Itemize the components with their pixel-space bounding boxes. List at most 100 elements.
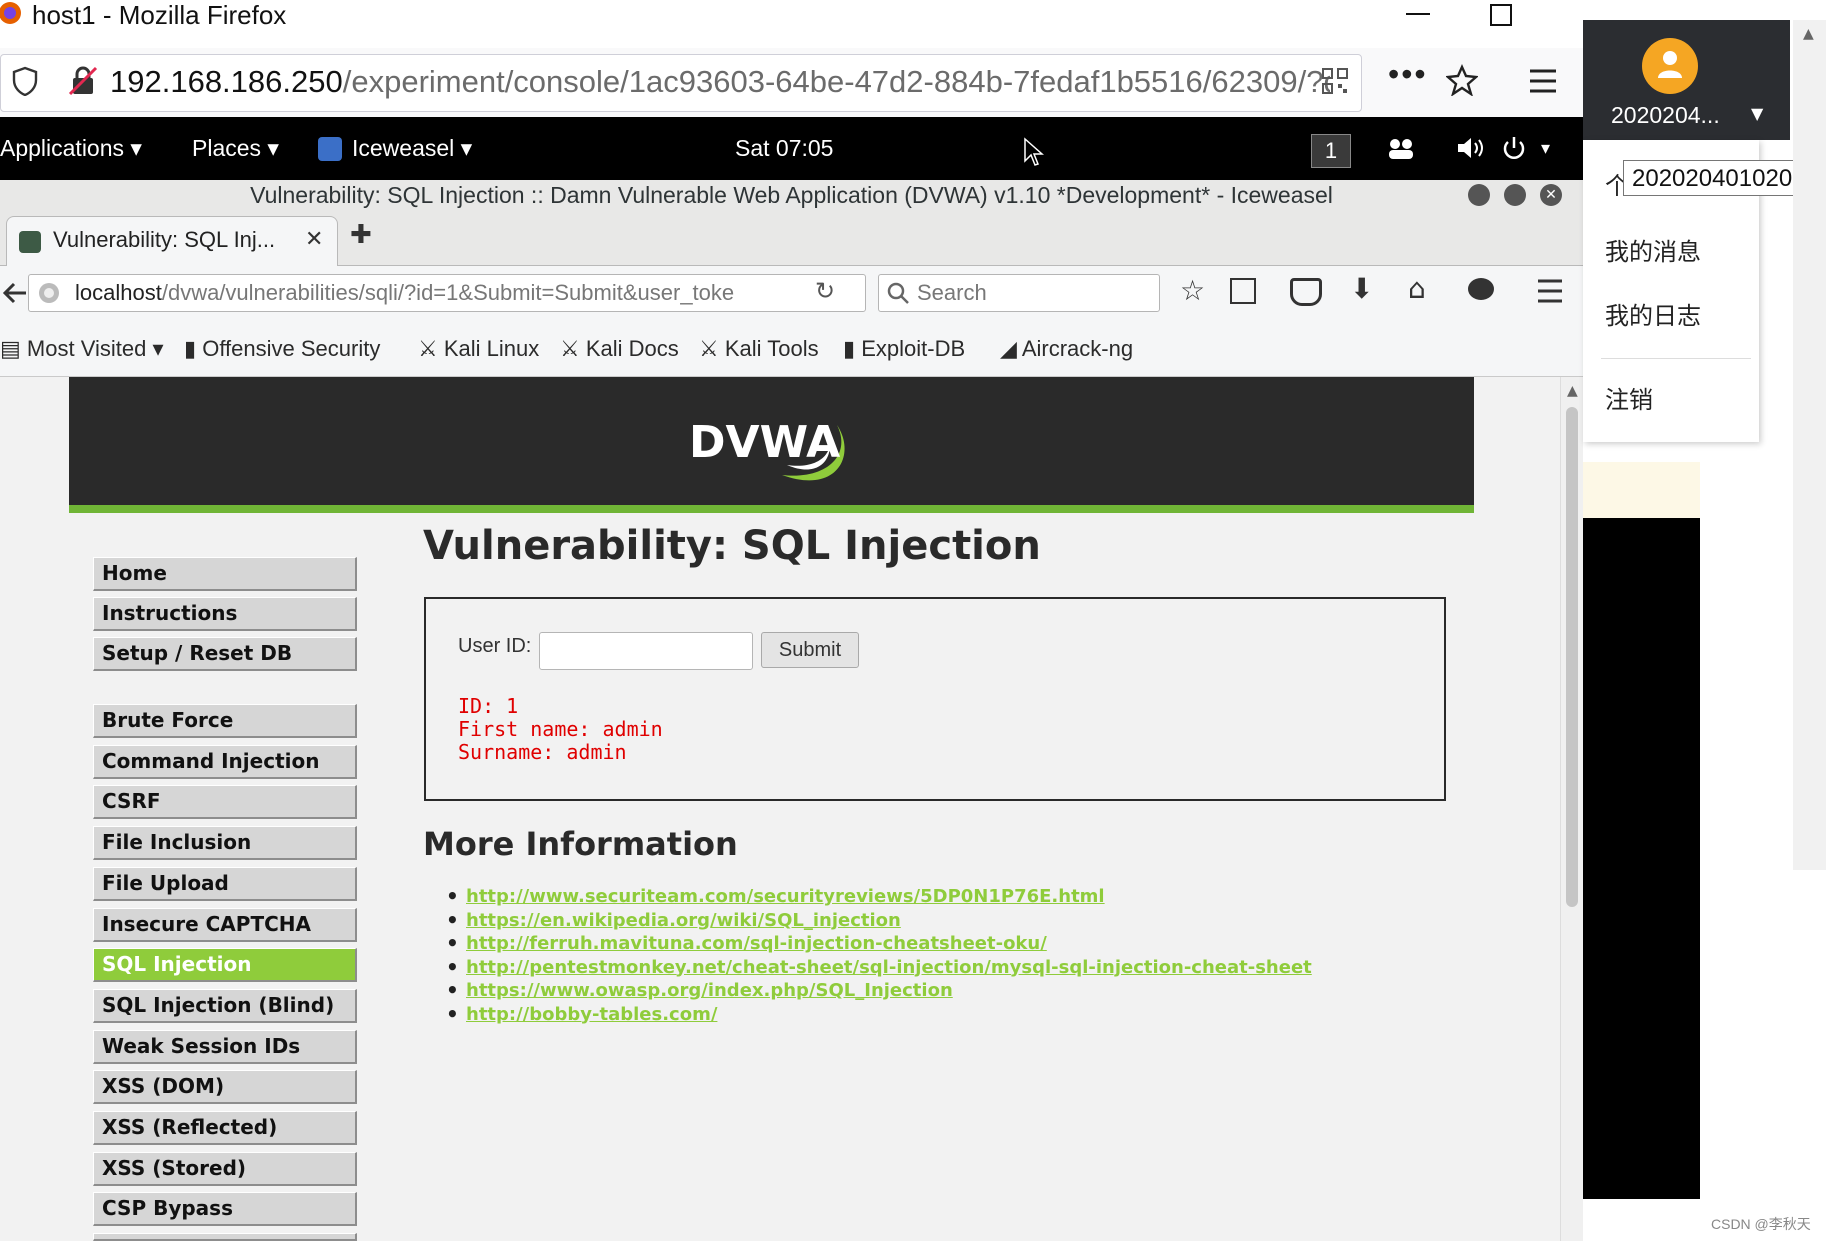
- menu-csrf[interactable]: CSRF: [93, 785, 357, 819]
- more-information-title: More Information: [423, 825, 738, 863]
- bookmark-star-icon[interactable]: [1446, 64, 1478, 96]
- scroll-up-icon[interactable]: ▲: [1567, 383, 1578, 399]
- maximize-icon[interactable]: [1489, 3, 1513, 27]
- back-arrow-icon[interactable]: [0, 276, 30, 310]
- iceweasel-maximize-icon[interactable]: [1504, 184, 1526, 206]
- power-icon[interactable]: [1500, 135, 1528, 163]
- page-actions-icon[interactable]: •••: [1388, 56, 1428, 93]
- menu-xss-reflected[interactable]: XSS (Reflected): [93, 1111, 357, 1145]
- iceweasel-title-bar: Vulnerability: SQL Injection :: Damn Vul…: [0, 180, 1583, 210]
- insecure-lock-icon[interactable]: [68, 66, 98, 96]
- username-short[interactable]: 2020204...: [1611, 102, 1720, 129]
- reference-link[interactable]: https://www.owasp.org/index.php/SQL_Inje…: [466, 980, 953, 1001]
- side-scroll-up-icon[interactable]: ▲: [1803, 26, 1814, 42]
- menu-my-logs[interactable]: 我的日志: [1605, 296, 1701, 331]
- menu-home[interactable]: Home: [93, 557, 357, 591]
- reference-link[interactable]: https://en.wikipedia.org/wiki/SQL_inject…: [466, 910, 901, 931]
- menu-file-upload[interactable]: File Upload: [93, 867, 357, 901]
- result-id: ID: 1: [458, 694, 519, 718]
- minimize-icon[interactable]: [1404, 0, 1432, 28]
- list-item: https://en.wikipedia.org/wiki/SQL_inject…: [446, 909, 1312, 933]
- bookmark-kali-tools[interactable]: ⚔ Kali Tools: [699, 321, 819, 376]
- bookmark-most-visited[interactable]: ▤ Most Visited ▾: [0, 321, 163, 376]
- iceweasel-minimize-icon[interactable]: [1468, 184, 1490, 206]
- side-panel: 2020204... ▼ 个 2020204010206 我的消息 我的日志 注…: [1583, 0, 1826, 1241]
- volume-icon[interactable]: [1456, 135, 1486, 161]
- chat-icon[interactable]: [1468, 278, 1494, 300]
- menu-logout[interactable]: 注销: [1605, 380, 1653, 415]
- scrollbar-thumb[interactable]: [1566, 407, 1578, 907]
- iceweasel-menu-icon[interactable]: [1536, 278, 1564, 304]
- iceweasel-url-field[interactable]: localhost/dvwa/vulnerabilities/sqli/?id=…: [28, 274, 866, 312]
- home-icon[interactable]: ⌂: [1408, 272, 1426, 305]
- user-id-label: User ID:: [458, 635, 532, 657]
- menu-csp-bypass[interactable]: CSP Bypass: [93, 1192, 357, 1226]
- menu-weak-session-ids[interactable]: Weak Session IDs: [93, 1030, 357, 1064]
- bookmarks-toolbar: ▤ Most Visited ▾ ▮ Offensive Security ⚔ …: [0, 321, 1583, 377]
- bookmark-icon[interactable]: ☆: [1180, 274, 1205, 307]
- iceweasel-app-icon: [318, 137, 342, 161]
- download-icon[interactable]: ⬇: [1350, 272, 1373, 305]
- menu-command-injection[interactable]: Command Injection: [93, 745, 357, 779]
- iceweasel-window-title: Vulnerability: SQL Injection :: Damn Vul…: [250, 182, 1333, 208]
- user-icon: [1658, 51, 1682, 78]
- iceweasel-close-icon[interactable]: ✕: [1540, 184, 1562, 206]
- qr-code-icon[interactable]: [1322, 68, 1348, 94]
- iceweasel-app-menu[interactable]: Iceweasel ▾: [352, 117, 472, 180]
- hamburger-menu-icon[interactable]: [1528, 68, 1558, 94]
- user-id-input[interactable]: [539, 632, 753, 670]
- bookmark-exploit-db[interactable]: ▮ Exploit-DB: [843, 321, 965, 376]
- iceweasel-url-text[interactable]: localhost/dvwa/vulnerabilities/sqli/?id=…: [75, 275, 805, 311]
- menu-divider: [1601, 358, 1751, 359]
- bookmark-aircrack-ng[interactable]: ◢ Aircrack-ng: [1000, 321, 1133, 376]
- applications-menu[interactable]: Applications ▾: [0, 117, 142, 180]
- pocket-icon[interactable]: [1290, 278, 1322, 306]
- new-tab-icon[interactable]: ✚: [350, 220, 372, 250]
- menu-brute-force[interactable]: Brute Force: [93, 704, 357, 738]
- tab-sql-injection[interactable]: Vulnerability: SQL Inj... ✕: [6, 216, 338, 267]
- reference-link[interactable]: http://www.securiteam.com/securityreview…: [466, 886, 1105, 907]
- menu-next-item[interactable]: [93, 1233, 357, 1241]
- menu-xss-dom[interactable]: XSS (DOM): [93, 1070, 357, 1104]
- menu-my-messages[interactable]: 我的消息: [1605, 232, 1701, 267]
- menu-instructions[interactable]: Instructions: [93, 597, 357, 631]
- menu-sql-injection[interactable]: SQL Injection: [93, 948, 357, 982]
- outer-url-text[interactable]: 192.168.186.250/experiment/console/1ac93…: [110, 56, 1330, 108]
- dvwa-page: DVWA Home Instructions Setup / Reset DB …: [0, 377, 1560, 1241]
- window-title: host1 - Mozilla Firefox: [32, 0, 287, 30]
- reference-link[interactable]: http://ferruh.mavituna.com/sql-injection…: [466, 933, 1047, 954]
- user-dropdown-menu: 个 2020204010206 我的消息 我的日志 注销: [1583, 140, 1821, 442]
- tab-title: Vulnerability: SQL Inj...: [53, 227, 276, 252]
- places-menu[interactable]: Places ▾: [192, 117, 279, 180]
- dvwa-logo: DVWA: [689, 417, 845, 481]
- shield-icon[interactable]: [12, 66, 38, 96]
- iceweasel-search-field[interactable]: Search: [878, 274, 1160, 312]
- menu-setup-reset-db[interactable]: Setup / Reset DB: [93, 637, 357, 671]
- reference-link[interactable]: http://bobby-tables.com/: [466, 1004, 717, 1025]
- reload-icon[interactable]: ↻: [815, 277, 835, 305]
- reference-link[interactable]: http://pentestmonkey.net/cheat-sheet/sql…: [466, 957, 1312, 978]
- avatar[interactable]: [1642, 38, 1698, 94]
- bookmark-offensive-security[interactable]: ▮ Offensive Security: [184, 321, 380, 376]
- menu-xss-stored[interactable]: XSS (Stored): [93, 1152, 357, 1186]
- submit-button[interactable]: Submit: [761, 632, 859, 668]
- menu-sql-injection-blind[interactable]: SQL Injection (Blind): [93, 989, 357, 1023]
- bookmark-kali-linux[interactable]: ⚔ Kali Linux: [418, 321, 539, 376]
- panel-clock[interactable]: Sat 07:05: [735, 117, 833, 180]
- side-scrollbar[interactable]: ▲: [1793, 20, 1826, 870]
- menu-insecure-captcha[interactable]: Insecure CAPTCHA: [93, 908, 357, 942]
- reading-list-icon[interactable]: [1230, 278, 1256, 304]
- menu-file-inclusion[interactable]: File Inclusion: [93, 826, 357, 860]
- user-group-icon[interactable]: [1386, 135, 1416, 161]
- user-dropdown-chevron-icon[interactable]: ▼: [1751, 104, 1763, 123]
- user-card: 2020204... ▼: [1583, 20, 1790, 140]
- result-first-name: First name: admin: [458, 717, 663, 741]
- system-menu-chevron-icon[interactable]: ▾: [1541, 117, 1550, 180]
- bookmark-kali-docs[interactable]: ⚔ Kali Docs: [560, 321, 679, 376]
- page-scrollbar[interactable]: ▲: [1560, 377, 1584, 1241]
- outer-browser-window: host1 - Mozilla Firefox 192.168.186.250/…: [0, 0, 1615, 1241]
- tab-close-icon[interactable]: ✕: [305, 227, 323, 252]
- workspace-indicator[interactable]: 1: [1311, 134, 1351, 168]
- iceweasel-tab-bar: Vulnerability: SQL Inj... ✕ ✚: [0, 210, 1583, 267]
- list-item: http://ferruh.mavituna.com/sql-injection…: [446, 932, 1312, 956]
